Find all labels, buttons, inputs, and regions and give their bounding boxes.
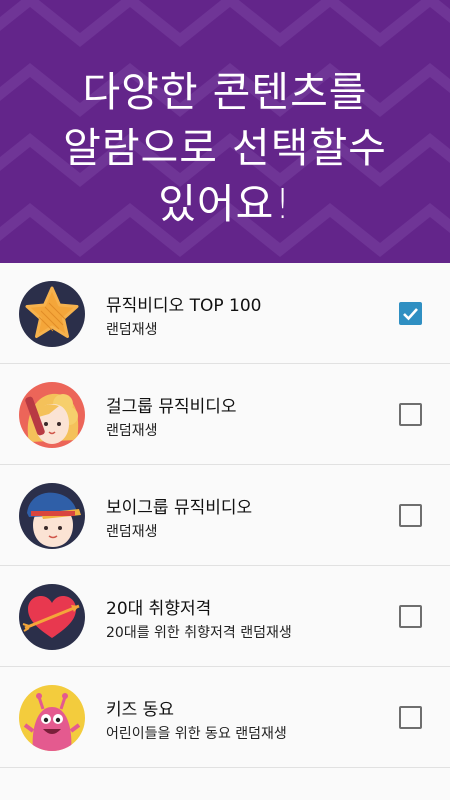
boy-face-icon: [19, 483, 85, 549]
item-checkbox[interactable]: [399, 403, 422, 426]
star-icon: [19, 281, 85, 347]
list-item-girl-group[interactable]: 걸그룹 뮤직비디오 랜덤재생: [0, 364, 450, 465]
headline-line-3: 있어요!: [158, 180, 292, 228]
check-icon: [403, 308, 418, 321]
headline-line-1: 다양한 콘텐츠를: [82, 68, 368, 116]
item-title: 걸그룹 뮤직비디오: [106, 397, 237, 417]
item-subtitle: 랜덤재생: [106, 423, 158, 439]
item-subtitle: 랜덤재생: [106, 322, 158, 338]
monster-icon: [19, 685, 85, 751]
heart-arrow-icon: [19, 584, 85, 650]
girl-face-icon: [19, 382, 85, 448]
item-title: 20대 취향저격: [106, 599, 212, 619]
item-checkbox[interactable]: [399, 504, 422, 527]
item-subtitle: 어린이들을 위한 동요 랜덤재생: [106, 726, 287, 742]
header-banner: 다양한 콘텐츠를 알람으로 선택할수 있어요!: [0, 0, 450, 263]
item-title: 키즈 동요: [106, 700, 174, 720]
item-checkbox[interactable]: [399, 605, 422, 628]
list-item-twenties[interactable]: 20대 취향저격 20대를 위한 취향저격 랜덤재생: [0, 566, 450, 667]
item-subtitle: 랜덤재생: [106, 524, 158, 540]
list-item-boy-group[interactable]: 보이그룹 뮤직비디오 랜덤재생: [0, 465, 450, 566]
item-checkbox[interactable]: [399, 302, 422, 325]
list-item-kids-songs[interactable]: 키즈 동요 어린이들을 위한 동요 랜덤재생: [0, 667, 450, 768]
item-subtitle: 20대를 위한 취향저격 랜덤재생: [106, 625, 292, 641]
item-title: 보이그룹 뮤직비디오: [106, 498, 253, 518]
item-checkbox[interactable]: [399, 706, 422, 729]
content-list: 뮤직비디오 TOP 100 랜덤재생 걸그룹 뮤직비디오 랜덤재생 보이그룹 뮤…: [0, 263, 450, 800]
headline-line-2: 알람으로 선택할수: [63, 124, 387, 172]
list-item-music-video-top100[interactable]: 뮤직비디오 TOP 100 랜덤재생: [0, 263, 450, 364]
item-title: 뮤직비디오 TOP 100: [106, 296, 262, 316]
list-bottom-spacer: [0, 768, 450, 800]
headline: 다양한 콘텐츠를 알람으로 선택할수 있어요!: [0, 64, 450, 232]
